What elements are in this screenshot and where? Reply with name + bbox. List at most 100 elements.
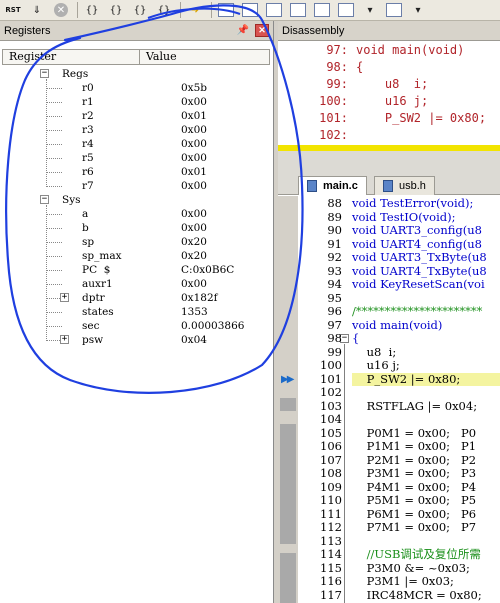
- code-line[interactable]: 113: [278, 534, 500, 548]
- code-line[interactable]: −98{: [278, 332, 500, 345]
- code-line[interactable]: 105 P0M1 = 0x00; P0: [278, 426, 500, 440]
- code-line[interactable]: 111 P6M1 = 0x00; P6: [278, 507, 500, 521]
- tab-main-c[interactable]: main.c: [298, 176, 367, 195]
- register-value[interactable]: 0x00: [181, 95, 207, 109]
- register-row[interactable]: r0 0x5b: [2, 81, 270, 95]
- close-icon[interactable]: ✕: [255, 24, 269, 37]
- register-row[interactable]: r6 0x01: [2, 165, 270, 179]
- register-row[interactable]: r1 0x00: [2, 95, 270, 109]
- register-row[interactable]: r7 0x00: [2, 179, 270, 193]
- code-line[interactable]: ▶▶ 101 P_SW2 |= 0x80;: [278, 372, 500, 386]
- code-line[interactable]: 116 P3M1 |= 0x03;: [278, 575, 500, 588]
- step-into-icon[interactable]: {}: [81, 1, 103, 20]
- register-value[interactable]: 0x01: [181, 109, 207, 123]
- register-row[interactable]: a 0x00: [2, 207, 270, 221]
- code-line[interactable]: 115 P3M0 &= ~0x03;: [278, 561, 500, 575]
- code-line[interactable]: 106 P1M1 = 0x00; P1: [278, 440, 500, 453]
- code-line[interactable]: 109 P4M1 = 0x00; P4: [278, 480, 500, 494]
- register-value[interactable]: 0x00: [181, 151, 207, 165]
- code-line[interactable]: 94 void KeyResetScan(voi: [278, 278, 500, 291]
- disassembly-window-icon[interactable]: [239, 1, 261, 20]
- code-line[interactable]: 99 u8 i;: [278, 345, 500, 359]
- register-row[interactable]: states 1353: [2, 305, 270, 319]
- code-line[interactable]: 93 void UART4_TxByte(u8: [278, 264, 500, 278]
- code-line[interactable]: 96 /**********************: [278, 305, 500, 318]
- code-line[interactable]: 114 //USB调试及复位所需: [278, 548, 500, 561]
- code-line[interactable]: 107 P2M1 = 0x00; P2: [278, 453, 500, 467]
- register-group-regs[interactable]: − Regs: [2, 67, 270, 81]
- step-over-icon[interactable]: {}: [105, 1, 127, 20]
- command-window-icon[interactable]: [215, 1, 237, 20]
- register-value[interactable]: 0x20: [181, 249, 207, 263]
- value-column-header[interactable]: Value: [140, 50, 177, 64]
- memory-window-icon[interactable]: ▾: [359, 1, 381, 20]
- step-out-icon[interactable]: {}: [129, 1, 151, 20]
- disassembly-line[interactable]: 98: {: [278, 59, 500, 76]
- code-line[interactable]: 89 void TestIO(void);: [278, 210, 500, 224]
- register-value[interactable]: 0x00: [181, 207, 207, 221]
- disassembly-line[interactable]: 102:: [278, 127, 500, 144]
- collapse-icon[interactable]: −: [40, 69, 49, 78]
- register-value[interactable]: 0x5b: [181, 81, 207, 95]
- symbols-window-icon[interactable]: [263, 1, 285, 20]
- disassembly-line[interactable]: 97: void main(void): [278, 42, 500, 59]
- register-row[interactable]: PC $ C:0x0B6C: [2, 263, 270, 277]
- code-line[interactable]: 103 RSTFLAG |= 0x04;: [278, 399, 500, 413]
- code-line[interactable]: 90 void UART3_config(u8: [278, 224, 500, 237]
- call-stack-window-icon[interactable]: [311, 1, 333, 20]
- pin-icon[interactable]: 📌: [237, 25, 249, 36]
- register-value[interactable]: 0x01: [181, 165, 207, 179]
- tab-usb-h[interactable]: usb.h: [374, 176, 435, 195]
- register-value[interactable]: 0x00: [181, 123, 207, 137]
- register-row[interactable]: + psw 0x04: [2, 333, 270, 347]
- code-line[interactable]: 100 u16 j;: [278, 359, 500, 372]
- analysis-window-icon[interactable]: ▾: [407, 1, 429, 20]
- expand-icon[interactable]: +: [60, 335, 69, 344]
- register-row[interactable]: sec 0.00003866: [2, 319, 270, 333]
- collapse-icon[interactable]: −: [40, 195, 49, 204]
- show-next-statement-icon[interactable]: ➜: [184, 1, 206, 20]
- register-row[interactable]: r4 0x00: [2, 137, 270, 151]
- register-row[interactable]: r2 0x01: [2, 109, 270, 123]
- register-row[interactable]: b 0x00: [2, 221, 270, 235]
- code-line[interactable]: 92 void UART3_TxByte(u8: [278, 251, 500, 264]
- code-line[interactable]: 88 void TestError(void);: [278, 197, 500, 210]
- stop-icon[interactable]: ✕: [50, 1, 72, 20]
- code-line[interactable]: 112 P7M1 = 0x00; P7: [278, 521, 500, 534]
- register-row[interactable]: r5 0x00: [2, 151, 270, 165]
- register-value[interactable]: 1353: [181, 305, 208, 319]
- serial-window-icon[interactable]: [383, 1, 405, 20]
- code-line[interactable]: 102: [278, 386, 500, 399]
- expand-icon[interactable]: +: [60, 293, 69, 302]
- register-value[interactable]: C:0x0B6C: [181, 263, 234, 277]
- register-row[interactable]: r3 0x00: [2, 123, 270, 137]
- code-line[interactable]: 104: [278, 413, 500, 426]
- register-value[interactable]: 0x04: [181, 333, 207, 347]
- code-line[interactable]: 97 void main(void): [278, 318, 500, 332]
- run-to-cursor-icon[interactable]: {}: [153, 1, 175, 20]
- code-line[interactable]: 110 P5M1 = 0x00; P5: [278, 494, 500, 507]
- register-row[interactable]: sp_max 0x20: [2, 249, 270, 263]
- register-value[interactable]: 0x20: [181, 235, 207, 249]
- code-line[interactable]: 117 IRC48MCR = 0x80;: [278, 588, 500, 602]
- register-column-header[interactable]: Register: [3, 50, 140, 64]
- code-line[interactable]: 91 void UART4_config(u8: [278, 237, 500, 251]
- register-group-sys[interactable]: − Sys: [2, 193, 270, 207]
- disassembly-line[interactable]: 99: u8 i;: [278, 76, 500, 93]
- rst-icon[interactable]: RST: [2, 1, 24, 20]
- register-value[interactable]: 0x00: [181, 179, 207, 193]
- step-icon[interactable]: ⇓: [26, 1, 48, 20]
- register-value[interactable]: 0x00: [181, 221, 207, 235]
- register-row[interactable]: auxr1 0x00: [2, 277, 270, 291]
- code-line[interactable]: 108 P3M1 = 0x00; P3: [278, 467, 500, 480]
- register-value[interactable]: 0x182f: [181, 291, 218, 305]
- watch-window-icon[interactable]: [335, 1, 357, 20]
- register-row[interactable]: sp 0x20: [2, 235, 270, 249]
- register-value[interactable]: 0x00: [181, 137, 207, 151]
- code-line[interactable]: 95: [278, 291, 500, 305]
- register-value[interactable]: 0.00003866: [181, 319, 244, 333]
- registers-window-icon[interactable]: [287, 1, 309, 20]
- disassembly-line[interactable]: 100: u16 j;: [278, 93, 500, 110]
- register-value[interactable]: 0x00: [181, 277, 207, 291]
- disassembly-line[interactable]: 101: P_SW2 |= 0x80;: [278, 110, 500, 127]
